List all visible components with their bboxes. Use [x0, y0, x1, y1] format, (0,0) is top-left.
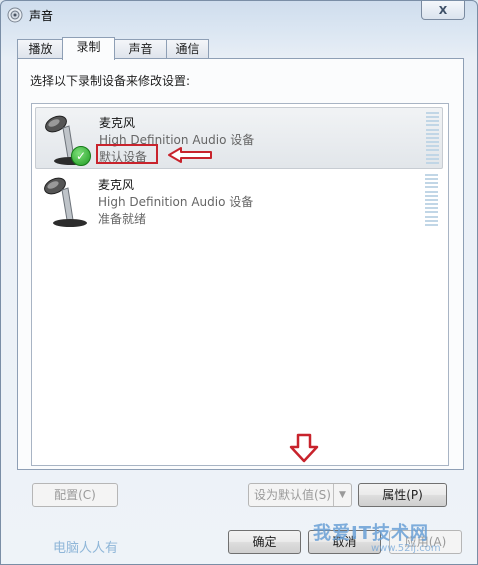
- properties-button[interactable]: 属性(P): [358, 483, 447, 507]
- close-button[interactable]: X: [421, 1, 465, 20]
- set-default-label: 设为默认值(S): [254, 488, 331, 502]
- close-icon: X: [438, 3, 448, 17]
- recording-panel: 选择以下录制设备来修改设置: ✓ 麦克风 High Definition Aud…: [17, 58, 464, 470]
- device-name: 麦克风: [99, 116, 136, 130]
- instruction-text: 选择以下录制设备来修改设置:: [30, 74, 191, 88]
- window-title: 声音: [29, 9, 54, 23]
- check-icon: ✓: [71, 146, 91, 166]
- level-meter: [425, 174, 438, 226]
- tab-communications[interactable]: 通信: [166, 39, 209, 59]
- title-bar: 声音 X: [1, 1, 477, 29]
- left-arrow-icon: [168, 147, 212, 163]
- device-item-default-mic[interactable]: ✓ 麦克风 High Definition Audio 设备 默认设备: [35, 107, 443, 169]
- watermark-url: www.52ij.com: [371, 543, 441, 554]
- device-description: High Definition Audio 设备: [98, 195, 254, 209]
- dropdown-arrow-icon[interactable]: ▼: [333, 484, 351, 506]
- watermark-left: 电脑人人有: [53, 541, 119, 556]
- ok-button[interactable]: 确定: [228, 530, 301, 554]
- tab-recording[interactable]: 录制: [62, 37, 115, 60]
- device-list: ✓ 麦克风 High Definition Audio 设备 默认设备 麦克风 …: [31, 103, 449, 466]
- tab-playback[interactable]: 播放: [17, 39, 64, 59]
- watermark-right: 我爱IT技术网 www.52ij.com: [301, 515, 477, 564]
- device-status: 准备就绪: [98, 212, 147, 226]
- speaker-icon: [7, 7, 23, 23]
- down-arrow-icon: [289, 433, 319, 463]
- configure-button[interactable]: 配置(C): [32, 483, 118, 507]
- watermark-text: 我爱IT技术网: [313, 523, 429, 544]
- device-item-mic[interactable]: 麦克风 High Definition Audio 设备 准备就绪: [35, 170, 441, 230]
- tab-sounds[interactable]: 声音: [113, 39, 168, 59]
- level-meter: [426, 112, 439, 164]
- set-default-button[interactable]: 设为默认值(S) ▼: [248, 483, 352, 507]
- highlight-box: [96, 144, 158, 164]
- device-name: 麦克风: [98, 178, 135, 192]
- sound-dialog: 声音 X 播放 录制 声音 通信 选择以下录制设备来修改设置: ✓ 麦克风 Hi…: [0, 0, 478, 565]
- microphone-icon: [44, 177, 87, 227]
